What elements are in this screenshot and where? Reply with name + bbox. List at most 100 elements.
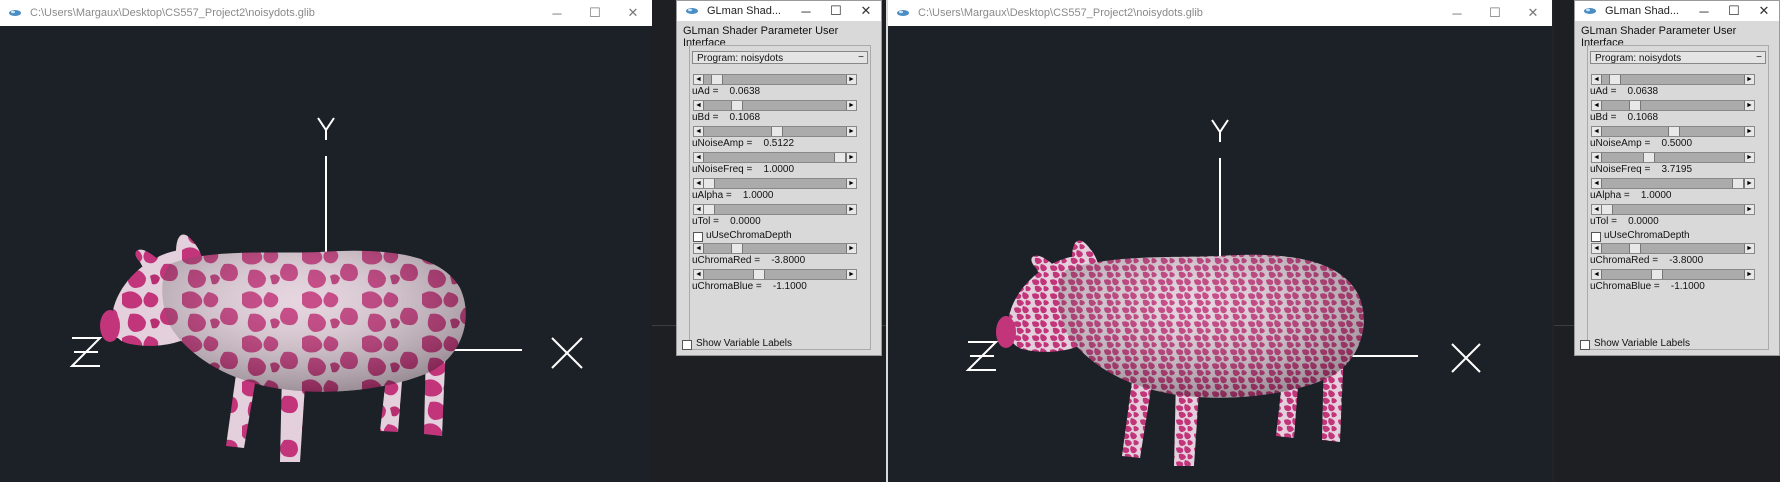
- shader-parameter-panel[interactable]: GLman Shad... ─ ☐ ✕ GLman Shader Paramet…: [676, 0, 882, 356]
- slider-right-arrow-icon[interactable]: ►: [1744, 101, 1754, 110]
- param-value: 0.5000: [1661, 138, 1693, 149]
- slider-right-arrow-icon[interactable]: ►: [846, 244, 856, 253]
- minimize-icon[interactable]: ─: [1689, 1, 1719, 21]
- slider-thumb[interactable]: [1651, 270, 1663, 279]
- param-slider-uAd[interactable]: ◄ ►: [693, 74, 857, 85]
- title-bar[interactable]: C:\Users\Margaux\Desktop\CS557_Project2\…: [0, 0, 652, 26]
- glman-graphics-window[interactable]: C:\Users\Margaux\Desktop\CS557_Project2\…: [888, 0, 1552, 482]
- slider-right-arrow-icon[interactable]: ►: [846, 153, 856, 162]
- slider-left-arrow-icon[interactable]: ◄: [1592, 244, 1602, 253]
- maximize-icon[interactable]: ☐: [1476, 0, 1514, 26]
- slider-thumb[interactable]: [731, 244, 743, 253]
- slider-left-arrow-icon[interactable]: ◄: [694, 127, 704, 136]
- param-slider-uAlpha[interactable]: ◄ ►: [693, 178, 857, 189]
- slider-left-arrow-icon[interactable]: ◄: [694, 75, 704, 84]
- param-label-uNoiseAmp: uNoiseAmp = 0.5000: [1590, 138, 1692, 149]
- slider-thumb[interactable]: [703, 205, 715, 214]
- show-variable-labels-checkbox[interactable]: [682, 340, 692, 350]
- slider-left-arrow-icon[interactable]: ◄: [694, 270, 704, 279]
- slider-thumb[interactable]: [1609, 75, 1621, 84]
- panel-title-bar[interactable]: GLman Shad... ─ ☐ ✕: [677, 1, 881, 21]
- slider-thumb[interactable]: [1668, 127, 1680, 136]
- slider-right-arrow-icon[interactable]: ►: [1744, 244, 1754, 253]
- slider-left-arrow-icon[interactable]: ◄: [1592, 153, 1602, 162]
- slider-thumb[interactable]: [1732, 179, 1744, 188]
- param-slider-uNoiseFreq[interactable]: ◄ ►: [693, 152, 857, 163]
- window-title: C:\Users\Margaux\Desktop\CS557_Project2\…: [30, 7, 315, 19]
- slider-right-arrow-icon[interactable]: ►: [1744, 179, 1754, 188]
- param-slider-uChromaBlue[interactable]: ◄ ►: [1591, 269, 1755, 280]
- slider-left-arrow-icon[interactable]: ◄: [1592, 179, 1602, 188]
- param-slider-uTol[interactable]: ◄ ►: [1591, 204, 1755, 215]
- slider-right-arrow-icon[interactable]: ►: [846, 101, 856, 110]
- param-equals: =: [709, 86, 730, 97]
- collapse-icon[interactable]: −: [1756, 51, 1762, 64]
- maximize-icon[interactable]: ☐: [1719, 1, 1749, 21]
- slider-left-arrow-icon[interactable]: ◄: [694, 101, 704, 110]
- minimize-icon[interactable]: ─: [1438, 0, 1476, 26]
- param-slider-uAlpha[interactable]: ◄ ►: [1591, 178, 1755, 189]
- param-slider-uChromaRed[interactable]: ◄ ►: [1591, 243, 1755, 254]
- param-slider-uTol[interactable]: ◄ ►: [693, 204, 857, 215]
- slider-thumb[interactable]: [1629, 244, 1641, 253]
- render-viewport[interactable]: [0, 26, 652, 482]
- slider-right-arrow-icon[interactable]: ►: [846, 75, 856, 84]
- slider-right-arrow-icon[interactable]: ►: [846, 127, 856, 136]
- slider-left-arrow-icon[interactable]: ◄: [1592, 270, 1602, 279]
- collapse-icon[interactable]: −: [858, 51, 864, 64]
- close-icon[interactable]: ✕: [614, 0, 652, 26]
- use-chroma-depth-checkbox[interactable]: [693, 232, 703, 242]
- slider-thumb[interactable]: [1601, 205, 1613, 214]
- slider-left-arrow-icon[interactable]: ◄: [1592, 127, 1602, 136]
- minimize-icon[interactable]: ─: [538, 0, 576, 26]
- slider-right-arrow-icon[interactable]: ►: [1744, 153, 1754, 162]
- slider-left-arrow-icon[interactable]: ◄: [1592, 101, 1602, 110]
- param-slider-uBd[interactable]: ◄ ►: [1591, 100, 1755, 111]
- slider-right-arrow-icon[interactable]: ►: [846, 270, 856, 279]
- slider-right-arrow-icon[interactable]: ►: [1744, 127, 1754, 136]
- close-icon[interactable]: ✕: [1514, 0, 1552, 26]
- maximize-icon[interactable]: ☐: [821, 1, 851, 21]
- slider-thumb[interactable]: [834, 153, 846, 162]
- slider-right-arrow-icon[interactable]: ►: [1744, 205, 1754, 214]
- slider-thumb[interactable]: [1629, 101, 1641, 110]
- glman-graphics-window[interactable]: C:\Users\Margaux\Desktop\CS557_Project2\…: [0, 0, 652, 482]
- param-slider-uChromaBlue[interactable]: ◄ ►: [693, 269, 857, 280]
- title-bar[interactable]: C:\Users\Margaux\Desktop\CS557_Project2\…: [888, 0, 1552, 26]
- close-icon[interactable]: ✕: [851, 1, 881, 21]
- shader-parameter-panel[interactable]: GLman Shad... ─ ☐ ✕ GLman Shader Paramet…: [1574, 0, 1780, 356]
- param-slider-uAd[interactable]: ◄ ►: [1591, 74, 1755, 85]
- panel-title-bar[interactable]: GLman Shad... ─ ☐ ✕: [1575, 1, 1779, 21]
- param-label-uChromaBlue: uChromaBlue = -1.1000: [692, 281, 807, 292]
- program-rollout-header[interactable]: Program: noisydots −: [692, 51, 868, 64]
- program-rollout-header[interactable]: Program: noisydots −: [1590, 51, 1766, 64]
- param-name: uAlpha: [1590, 190, 1622, 201]
- program-rollout: Program: noisydots − ◄ ► uAd = 0.0638 ◄ ► uBd…: [1587, 45, 1769, 350]
- use-chroma-depth-checkbox[interactable]: [1591, 232, 1601, 242]
- slider-right-arrow-icon[interactable]: ►: [846, 205, 856, 214]
- param-slider-uNoiseFreq[interactable]: ◄ ►: [1591, 152, 1755, 163]
- param-slider-uNoiseAmp[interactable]: ◄ ►: [693, 126, 857, 137]
- close-icon[interactable]: ✕: [1749, 1, 1779, 21]
- slider-thumb[interactable]: [1643, 153, 1655, 162]
- slider-left-arrow-icon[interactable]: ◄: [694, 153, 704, 162]
- param-label-uChromaRed: uChromaRed = -3.8000: [692, 255, 805, 266]
- slider-right-arrow-icon[interactable]: ►: [1744, 270, 1754, 279]
- slider-thumb[interactable]: [711, 75, 723, 84]
- slider-left-arrow-icon[interactable]: ◄: [1592, 75, 1602, 84]
- param-slider-uChromaRed[interactable]: ◄ ►: [693, 243, 857, 254]
- render-viewport[interactable]: [888, 26, 1552, 482]
- show-variable-labels-checkbox[interactable]: [1580, 340, 1590, 350]
- minimize-icon[interactable]: ─: [791, 1, 821, 21]
- slider-thumb[interactable]: [703, 179, 715, 188]
- slider-thumb[interactable]: [731, 101, 743, 110]
- slider-thumb[interactable]: [753, 270, 765, 279]
- param-slider-uNoiseAmp[interactable]: ◄ ►: [1591, 126, 1755, 137]
- maximize-icon[interactable]: ☐: [576, 0, 614, 26]
- slider-left-arrow-icon[interactable]: ◄: [694, 244, 704, 253]
- slider-right-arrow-icon[interactable]: ►: [846, 179, 856, 188]
- slider-right-arrow-icon[interactable]: ►: [1744, 75, 1754, 84]
- slider-thumb[interactable]: [771, 127, 783, 136]
- param-label-uAlpha: uAlpha = 1.0000: [1590, 190, 1671, 201]
- param-slider-uBd[interactable]: ◄ ►: [693, 100, 857, 111]
